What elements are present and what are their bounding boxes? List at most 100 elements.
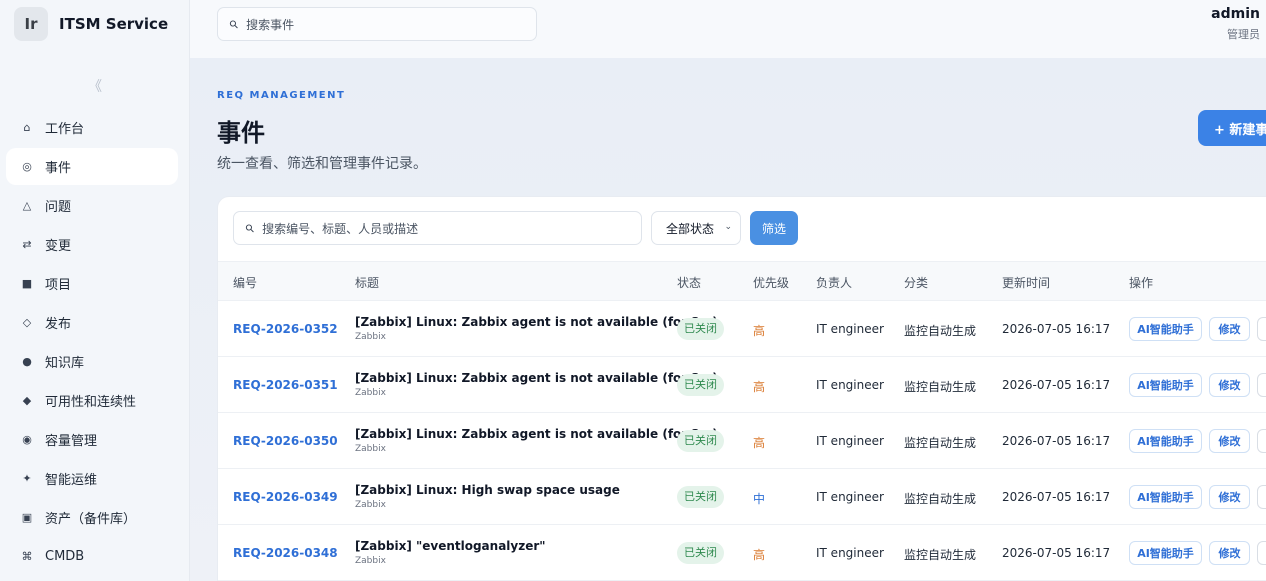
table-row[interactable]: REQ-2026-0351 [Zabbix] Linux: Zabbix agen…	[218, 357, 1266, 413]
event-id-link[interactable]: REQ-2026-0348	[233, 546, 338, 560]
ai-assistant-button[interactable]: AI智能助手	[1129, 317, 1202, 341]
event-source: Zabbix	[355, 388, 386, 398]
sidebar-item-11[interactable]: ⌘ CMDB	[6, 538, 178, 575]
category-label: 监控自动生成	[904, 324, 977, 338]
status-select-value: 全部状态	[666, 221, 715, 236]
sidebar-item-label: 可用性和连续性	[45, 395, 137, 410]
col-header-owner[interactable]: 负责人	[816, 274, 852, 291]
col-header-actions: 操作	[1129, 276, 1154, 290]
event-title[interactable]: [Zabbix] Linux: Zabbix agent is not avai…	[355, 427, 718, 441]
edit-button[interactable]: 修改	[1209, 373, 1250, 397]
col-header-id[interactable]: 编号	[233, 274, 257, 291]
more-actions-button[interactable]	[1257, 429, 1266, 453]
sidebar-item-label: 知识库	[45, 356, 85, 371]
sidebar-nav: ⌂ 工作台 ◎ 事件 △ 问题 ⇄ 变更 ■ 项目 ◇ 发布 ● 知识库 ◆ 可用性和连续性 ◉ 容量管理 ✦ 智能运…	[6, 109, 178, 577]
collapse-sidebar-icon[interactable]: 《	[88, 76, 102, 96]
event-id-link[interactable]: REQ-2026-0349	[233, 490, 338, 504]
table-header: 编号 标题 状态 优先级 负责人 分类 更新时间 操作	[218, 261, 1266, 301]
sidebar: Ir ITSM Service 《 ⌂ 工作台 ◎ 事件 △ 问题 ⇄ 变更 ■ 项目 ◇ 发布 ● 知识…	[0, 0, 190, 581]
sidebar-item-2[interactable]: △ 问题	[6, 187, 178, 224]
more-actions-button[interactable]	[1257, 317, 1266, 341]
nav-icon: ●	[22, 355, 32, 368]
nav-icon: ◎	[22, 160, 32, 173]
event-title[interactable]: [Zabbix] "eventloganalyzer"	[355, 539, 546, 553]
col-header-priority[interactable]: 优先级	[753, 274, 789, 291]
priority-label: 高	[753, 548, 766, 562]
sidebar-item-label: 工作台	[45, 122, 85, 137]
table-row[interactable]: REQ-2026-0348 [Zabbix] "eventloganalyzer"…	[218, 525, 1266, 581]
col-header-category[interactable]: 分类	[904, 274, 928, 291]
event-title[interactable]: [Zabbix] Linux: Zabbix agent is not avai…	[355, 315, 718, 329]
owner-name: IT engineer	[816, 434, 884, 448]
user-menu[interactable]: admin 管理员	[1211, 6, 1260, 42]
filter-search-input[interactable]: ⚲ 搜索编号、标题、人员或描述	[233, 211, 642, 245]
page-subtitle: 统一查看、筛选和管理事件记录。	[217, 156, 427, 172]
edit-button[interactable]: 修改	[1209, 429, 1250, 453]
event-source: Zabbix	[355, 332, 386, 342]
edit-button[interactable]: 修改	[1209, 317, 1250, 341]
sidebar-item-label: 项目	[45, 278, 72, 293]
sidebar-item-label: 资产（备件库）	[45, 512, 137, 527]
event-id-link[interactable]: REQ-2026-0350	[233, 434, 338, 448]
brand[interactable]: Ir ITSM Service	[14, 7, 168, 41]
nav-icon: ⌘	[21, 550, 33, 563]
event-title[interactable]: [Zabbix] Linux: Zabbix agent is not avai…	[355, 371, 718, 385]
nav-icon: ⌂	[23, 121, 31, 134]
edit-button[interactable]: 修改	[1209, 485, 1250, 509]
ai-assistant-button[interactable]: AI智能助手	[1129, 429, 1202, 453]
search-icon: ⚲	[242, 220, 258, 236]
app-name: ITSM Service	[59, 15, 169, 33]
sidebar-item-3[interactable]: ⇄ 变更	[6, 226, 178, 263]
sidebar-item-10[interactable]: ▣ 资产（备件库）	[6, 499, 178, 536]
table-row[interactable]: REQ-2026-0350 [Zabbix] Linux: Zabbix agen…	[218, 413, 1266, 469]
owner-name: IT engineer	[816, 546, 884, 560]
priority-label: 高	[753, 324, 766, 338]
sidebar-item-6[interactable]: ● 知识库	[6, 343, 178, 380]
events-card: ⚲ 搜索编号、标题、人员或描述 全部状态 ⌄ 筛选 编号 标题 状态 优先级 负…	[217, 196, 1266, 581]
nav-icon: ◆	[22, 394, 32, 407]
event-id-link[interactable]: REQ-2026-0351	[233, 378, 338, 392]
nav-icon: △	[22, 199, 32, 212]
more-actions-button[interactable]	[1257, 373, 1266, 397]
nav-icon: ◇	[22, 316, 32, 329]
filter-button[interactable]: 筛选	[750, 211, 798, 245]
sidebar-item-7[interactable]: ◆ 可用性和连续性	[6, 382, 178, 419]
col-header-updated[interactable]: 更新时间	[1002, 274, 1050, 291]
event-title[interactable]: [Zabbix] Linux: High swap space usage	[355, 483, 620, 497]
category-label: 监控自动生成	[904, 492, 977, 506]
table-row[interactable]: REQ-2026-0349 [Zabbix] Linux: High swap s…	[218, 469, 1266, 525]
table-row[interactable]: REQ-2026-0352 [Zabbix] Linux: Zabbix agen…	[218, 301, 1266, 357]
more-actions-button[interactable]	[1257, 485, 1266, 509]
status-badge: 已关闭	[677, 486, 724, 508]
nav-icon: ■	[21, 277, 33, 290]
edit-button[interactable]: 修改	[1209, 541, 1250, 565]
status-badge: 已关闭	[677, 430, 724, 452]
chevron-down-icon: ⌄	[724, 222, 732, 232]
sidebar-item-1[interactable]: ◎ 事件	[6, 148, 178, 185]
sidebar-item-8[interactable]: ◉ 容量管理	[6, 421, 178, 458]
sidebar-item-5[interactable]: ◇ 发布	[6, 304, 178, 341]
sidebar-item-0[interactable]: ⌂ 工作台	[6, 109, 178, 146]
event-id-link[interactable]: REQ-2026-0352	[233, 322, 338, 336]
ai-assistant-button[interactable]: AI智能助手	[1129, 373, 1202, 397]
global-search-placeholder: 搜索事件	[246, 17, 295, 32]
ai-assistant-button[interactable]: AI智能助手	[1129, 541, 1202, 565]
status-badge: 已关闭	[677, 374, 724, 396]
global-search-input[interactable]: ⚲ 搜索事件	[217, 7, 537, 41]
col-header-status[interactable]: 状态	[677, 274, 701, 291]
sidebar-item-9[interactable]: ✦ 智能运维	[6, 460, 178, 497]
status-badge: 已关闭	[677, 542, 724, 564]
sidebar-item-label: 发布	[45, 317, 72, 332]
filter-search-placeholder: 搜索编号、标题、人员或描述	[262, 221, 419, 236]
ai-assistant-button[interactable]: AI智能助手	[1129, 485, 1202, 509]
search-icon: ⚲	[226, 16, 242, 32]
sidebar-item-label: 变更	[45, 239, 72, 254]
nav-icon: ▣	[21, 511, 33, 524]
more-actions-button[interactable]	[1257, 541, 1266, 565]
status-select[interactable]: 全部状态 ⌄	[651, 211, 741, 245]
owner-name: IT engineer	[816, 490, 884, 504]
sidebar-item-4[interactable]: ■ 项目	[6, 265, 178, 302]
sidebar-item-label: CMDB	[45, 549, 85, 564]
new-event-button[interactable]: + 新建事件	[1198, 110, 1266, 146]
col-header-title[interactable]: 标题	[355, 274, 379, 291]
